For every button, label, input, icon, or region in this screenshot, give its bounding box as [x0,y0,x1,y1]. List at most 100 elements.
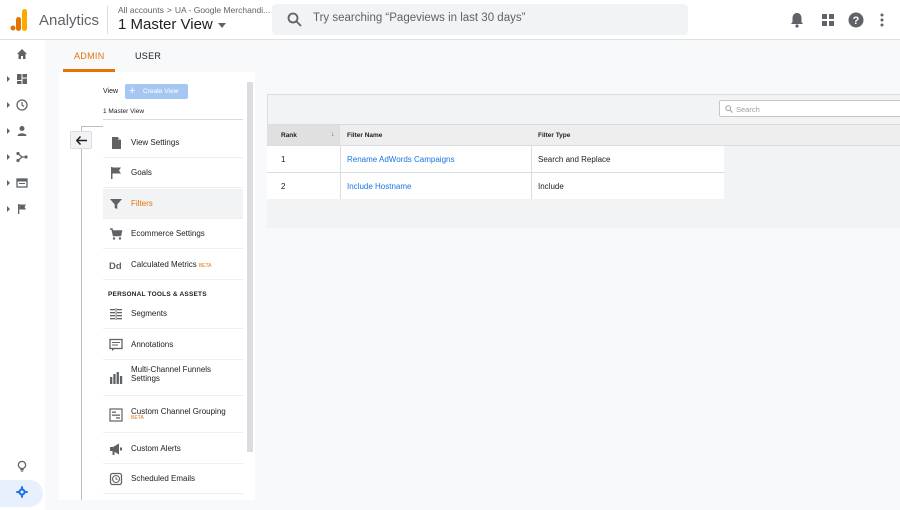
column-header-filter-name[interactable]: Filter Name [347,132,382,139]
nav-home[interactable] [0,42,45,66]
panel-scrollbar[interactable] [247,82,253,452]
nav-conversions[interactable] [0,197,45,221]
flag-icon [18,204,26,214]
rank-cell: 1 [281,155,286,164]
menu-annotations[interactable]: Annotations [103,330,243,360]
menu-scheduled-emails[interactable]: Scheduled Emails [103,464,243,494]
cart-icon [110,228,123,240]
menu-label-text: Calculated Metrics [131,260,197,269]
annotation-icon [109,338,123,351]
breadcrumb-all-accounts[interactable]: All accounts [118,5,164,15]
menu-label: Multi-Channel Funnels Settings [131,365,212,383]
svg-text:Dd: Dd [109,261,122,272]
expand-arrow-icon [7,76,10,82]
dd-icon: Dd [109,261,122,272]
search-icon [287,12,302,27]
table-footer [267,199,900,228]
breadcrumb-account[interactable]: UA - Google Merchandi... [175,5,270,15]
menu-label: View Settings [131,138,180,147]
nav-acquisition[interactable] [0,145,45,169]
filter-type-cell: Search and Replace [538,155,611,164]
filter-name-link[interactable]: Rename AdWords Campaigns [347,155,454,164]
menu-label: Custom Alerts [131,444,181,453]
view-dropdown[interactable]: 1 Master View [103,108,144,115]
analytics-logo-icon[interactable] [10,9,28,31]
arrow-back-icon [76,136,87,145]
expand-arrow-icon [7,180,10,186]
column-header-rank[interactable]: Rank [281,132,297,139]
beta-badge: BETA [131,415,144,421]
section-title: PERSONAL TOOLS & ASSETS [108,291,207,298]
person-icon [17,126,27,136]
search-placeholder: Try searching “Pageviews in last 30 days… [313,12,526,24]
flag-icon [111,167,121,179]
nav-realtime[interactable] [0,93,45,117]
column-divider [340,146,341,199]
acquisition-icon [16,151,28,163]
tab-admin[interactable]: ADMIN [74,51,105,61]
menu-label: Filters [131,199,153,208]
tab-user[interactable]: USER [135,51,161,61]
grouping-icon [109,408,123,422]
nav-admin[interactable] [0,480,43,507]
divider [103,119,243,120]
gear-icon [16,486,28,498]
left-nav-rail [0,40,45,510]
menu-ecommerce-settings[interactable]: Ecommerce Settings [103,219,243,249]
menu-label: Goals [131,168,152,177]
menu-label: Segments [131,309,168,318]
behavior-icon [16,178,28,188]
rank-cell: 2 [281,182,286,191]
help-icon[interactable]: ? [847,11,865,29]
nav-customization[interactable] [0,67,45,91]
search-icon [725,105,733,113]
svg-text:?: ? [853,15,860,27]
column-divider [531,146,532,199]
search-bar[interactable]: Try searching “Pageviews in last 30 days… [272,4,688,35]
expand-arrow-icon [7,102,10,108]
nav-discover[interactable] [0,454,45,478]
top-bar: Analytics All accounts > UA - Google Merch… [0,0,900,40]
breadcrumb[interactable]: All accounts > UA - Google Merchandi... [118,5,270,15]
filter-name-link[interactable]: Include Hostname [347,182,411,191]
menu-label: Calculated Metrics BETA [131,260,212,269]
segments-icon [110,308,122,320]
nav-behavior[interactable] [0,171,45,195]
collapse-back-button[interactable] [70,131,92,149]
menu-custom-alerts[interactable]: Custom Alerts [103,434,243,464]
menu-label: Scheduled Emails [131,474,196,483]
plus-icon: + [129,85,136,97]
clock-icon [109,472,123,486]
bar-chart-icon [110,372,123,384]
caret-down-icon [217,22,226,28]
table-row: 1 Rename AdWords Campaigns Search and Re… [267,146,724,173]
create-view-button[interactable]: + Create View [125,84,188,99]
filter-type-cell: Include [538,182,564,191]
app-name: Analytics [39,12,100,29]
sort-arrow-icon[interactable]: ↓ [331,131,335,138]
view-selector[interactable]: 1 Master View [118,16,226,33]
menu-multi-channel-funnels-settings[interactable]: Multi-Channel Funnels Settings [103,360,243,396]
document-icon [112,137,121,149]
menu-calculated-metrics[interactable]: Dd Calculated Metrics BETA [103,250,243,280]
menu-segments[interactable]: Segments [103,299,243,329]
bell-icon[interactable] [788,11,806,29]
tree-line [81,126,103,127]
apps-grid-icon[interactable] [819,11,837,29]
menu-view-settings[interactable]: View Settings [103,128,243,158]
clock-icon [16,99,28,111]
table-search-input[interactable]: Search [719,100,900,117]
menu-filters[interactable]: Filters [103,189,243,219]
menu-label: Custom Channel Grouping [131,407,226,416]
table-row: 2 Include Hostname Include [267,173,724,200]
column-header-filter-type[interactable]: Filter Type [538,132,570,139]
view-selector-label: 1 Master View [118,16,213,33]
more-vert-icon[interactable] [873,11,891,29]
menu-goals[interactable]: Goals [103,158,243,188]
rank-column-header[interactable] [267,124,340,146]
menu-custom-channel-grouping[interactable]: Custom Channel Grouping BETA [103,397,243,433]
menu-label: Ecommerce Settings [131,229,205,238]
home-icon [17,49,27,59]
expand-arrow-icon [7,128,10,134]
nav-audience[interactable] [0,119,45,143]
